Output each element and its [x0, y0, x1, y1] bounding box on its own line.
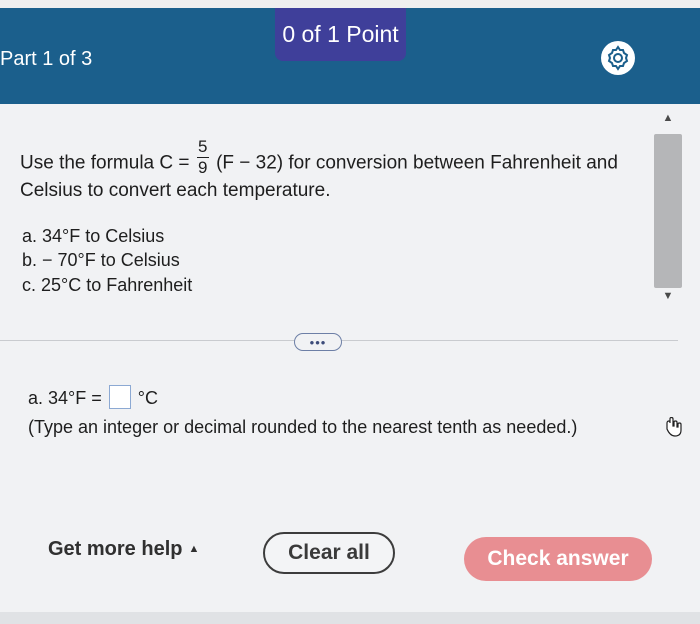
question-item-a: a. 34°F to Celsius — [22, 226, 165, 246]
header-top-edge — [0, 0, 700, 8]
expand-button[interactable]: ••• — [294, 333, 342, 351]
question-item-b: b. − 70°F to Celsius — [22, 250, 180, 270]
gear-icon[interactable] — [600, 40, 636, 76]
answer-prefix: a. 34°F = — [28, 387, 102, 408]
scroll-up-arrow-icon[interactable]: ▲ — [652, 112, 684, 126]
bottom-edge — [0, 612, 700, 624]
points-badge: 0 of 1 Point — [275, 8, 406, 61]
formula-line: Use the formula C = 5 9 (F − 32) for con… — [20, 137, 618, 184]
scrollbar[interactable]: ▲ ▼ — [652, 112, 684, 307]
scrollbar-thumb[interactable] — [654, 134, 682, 288]
clear-all-button[interactable]: Clear all — [263, 532, 395, 574]
fraction: 5 9 — [196, 137, 209, 178]
answer-hint: (Type an integer or decimal rounded to t… — [28, 417, 578, 437]
answer-input[interactable] — [108, 385, 131, 409]
get-more-help-label: Get more help — [48, 538, 183, 560]
app-frame: 0 of 1 Point Part 1 of 3 Use the formula… — [0, 0, 700, 624]
fraction-numerator: 5 — [198, 137, 208, 156]
cursor-icon — [666, 417, 682, 437]
caret-up-icon: ▲ — [188, 543, 200, 555]
formula-prefix: Use the formula C = — [20, 152, 190, 174]
header-bar: 0 of 1 Point Part 1 of 3 — [0, 0, 700, 104]
answer-unit: °C — [137, 387, 158, 408]
part-indicator: Part 1 of 3 — [0, 48, 93, 70]
question-item-c: c. 25°C to Fahrenheit — [22, 275, 193, 295]
fraction-denominator: 9 — [198, 158, 208, 177]
check-answer-button[interactable]: Check answer — [464, 537, 652, 581]
formula-suffix: (F − 32) for conversion between Fahrenhe… — [216, 152, 618, 174]
question-intro-line2: Celsius to convert each temperature. — [20, 180, 331, 201]
get-more-help-button[interactable]: Get more help ▲ — [48, 538, 199, 561]
answer-line: a. 34°F = °C — [28, 385, 158, 411]
scroll-down-arrow-icon[interactable]: ▼ — [652, 290, 684, 304]
